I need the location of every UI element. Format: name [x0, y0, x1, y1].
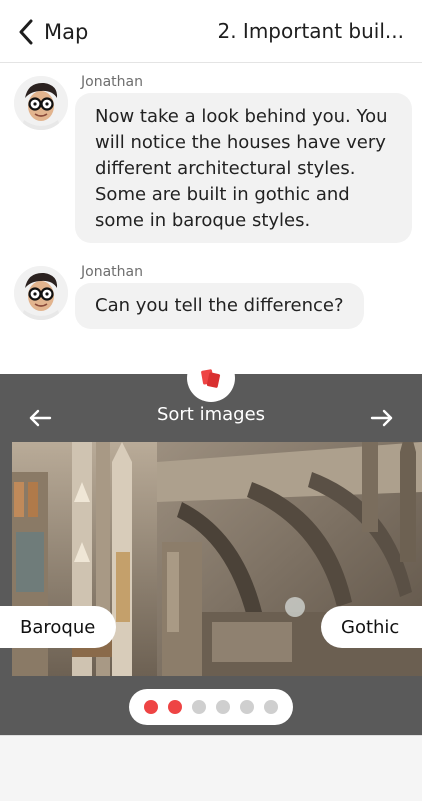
guide-avatar-icon: [14, 266, 68, 320]
chevron-left-icon: [19, 19, 33, 45]
bottom-area: [0, 735, 422, 801]
sender-name: Jonathan: [81, 264, 143, 280]
next-button[interactable]: [370, 408, 394, 432]
avatar: [14, 76, 68, 130]
guide-avatar-icon: [14, 76, 68, 130]
message-bubble: Can you tell the difference?: [75, 283, 364, 329]
arrow-right-icon: [370, 409, 393, 427]
sort-badge: [187, 354, 235, 402]
pagination-dot[interactable]: [192, 700, 206, 714]
sender-name: Jonathan: [81, 74, 143, 90]
avatar: [14, 266, 68, 320]
page-title: 2. Important buil...: [217, 19, 404, 43]
sort-title: Sort images: [156, 404, 266, 425]
cards-icon: [201, 369, 221, 388]
baroque-option-button[interactable]: Baroque: [0, 606, 116, 648]
back-to-map-button[interactable]: Map: [18, 14, 88, 50]
pagination-dot[interactable]: [216, 700, 230, 714]
arrow-left-icon: [29, 409, 52, 427]
previous-button[interactable]: [28, 408, 52, 432]
pagination-dot[interactable]: [240, 700, 254, 714]
message-bubble: Now take a look behind you. You will not…: [75, 93, 412, 243]
pagination-dot[interactable]: [168, 700, 182, 714]
pagination-dot[interactable]: [144, 700, 158, 714]
top-bar: Map 2. Important buil...: [0, 0, 422, 63]
pagination-dot[interactable]: [264, 700, 278, 714]
back-label: Map: [44, 20, 89, 44]
pagination-dots: [129, 689, 293, 725]
gothic-option-button[interactable]: Gothic: [321, 606, 422, 648]
